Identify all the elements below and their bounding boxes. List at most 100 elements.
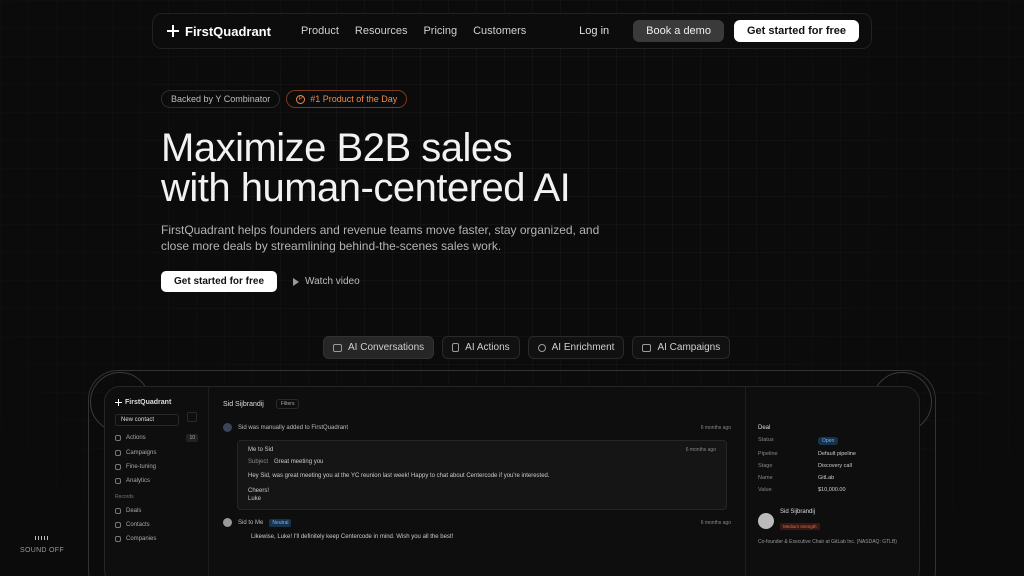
signoff-line-1: Cheers! [248,488,270,494]
nav-link-customers[interactable]: Customers [473,25,526,37]
email-subject: Great meeting you [274,459,324,465]
system-avatar [223,423,232,432]
reply-time: 6 months ago [700,519,731,526]
sidebar-item-label: Companies [126,536,157,542]
email-from-to: Me to Sid [248,447,274,453]
deal-row-stage: Stage Discovery call [758,463,909,469]
watch-video-button[interactable]: Watch video [293,276,360,287]
nav-links: Product Resources Pricing Customers [301,25,526,37]
email-time: 6 months ago [685,447,716,453]
login-link[interactable]: Log in [565,25,623,37]
deal-title: Deal [758,425,771,431]
strength-badge: Medium strength [780,523,820,530]
actions-count: 10 [186,434,198,442]
search-icon [537,343,546,352]
app-brand: FirstQuadrant [115,399,198,406]
deal-panel: Deal Status Open Pipeline Default pipeli… [745,387,919,576]
email-subject-row: Subject Great meeting you [248,459,716,465]
hero-get-started-button[interactable]: Get started for free [161,271,278,292]
tab-label: AI Campaigns [657,342,721,353]
sidebar-item-analytics[interactable]: Analytics [115,478,198,484]
person-name: Sid Sijbrandij [780,509,816,515]
nav-actions: Log in Book a demo Get started for free [565,20,859,42]
sidebar-item-deals[interactable]: Deals [115,508,198,514]
fine-tuning-icon [115,464,121,470]
sidebar-item-fine-tuning[interactable]: Fine-tuning [115,464,198,470]
mail-icon [642,343,652,352]
headline-line-2: with human-centered AI [161,166,571,210]
hero-cta-row: Get started for free Watch video [161,271,360,292]
sidebar-item-label: Actions [126,435,146,441]
signoff-line-2: Luke [248,496,262,502]
deal-key: Name [758,475,773,481]
new-contact-button[interactable]: New contact [115,414,179,426]
product-hunt-badge[interactable]: P #1 Product of the Day [286,90,408,108]
deal-value[interactable]: $10,000.00 [818,487,846,493]
filters-button[interactable]: Filters [275,399,300,409]
sidebar-item-actions[interactable]: Actions 10 [115,434,198,442]
feed-event-time: 6 months ago [700,424,731,431]
product-hunt-icon: P [296,94,306,104]
hero-subtext: FirstQuadrant helps founders and revenue… [161,223,600,253]
logo-icon [167,25,179,37]
email-card[interactable]: Me to Sid 6 months ago Subject Great mee… [237,440,727,510]
subject-label: Subject [248,459,269,465]
yc-badge[interactable]: Backed by Y Combinator [161,90,281,108]
status-badge[interactable]: Open [818,437,839,445]
tab-ai-conversations[interactable]: AI Conversations [323,336,435,359]
deal-row-value: Value $10,000.00 [758,487,909,493]
tab-label: AI Conversations [348,342,425,353]
sound-toggle[interactable]: SOUND OFF [20,536,64,554]
app-sidebar: FirstQuadrant New contact Actions 10 Cam… [105,387,209,576]
sidebar-item-contacts[interactable]: Contacts [115,522,198,528]
contacts-icon [115,522,121,528]
records-section-label: Records [115,494,134,500]
reply-body: Likewise, Luke! I'll definitely keep Cen… [251,534,454,540]
sid-avatar [223,518,232,527]
sidebar-item-companies[interactable]: Companies [115,536,198,542]
app-brand-name: FirstQuadrant [125,399,172,406]
sidebar-item-label: Contacts [126,522,150,528]
deal-key: Pipeline [758,451,778,457]
tab-label: AI Actions [465,342,510,353]
headline-line-1: Maximize B2B sales [161,126,513,170]
book-demo-button[interactable]: Book a demo [633,20,724,42]
sound-bars-icon [20,536,64,540]
chat-icon [333,343,342,352]
nav-link-resources[interactable]: Resources [355,25,408,37]
tab-ai-enrichment[interactable]: AI Enrichment [527,336,625,359]
tab-ai-campaigns[interactable]: AI Campaigns [632,336,731,359]
play-icon [293,277,300,286]
deals-icon [115,508,121,514]
campaigns-icon [115,450,121,456]
nav-link-pricing[interactable]: Pricing [423,25,457,37]
hero-badges: Backed by Y Combinator P #1 Product of t… [161,90,408,108]
email-signoff: Cheers! Luke [248,487,716,503]
logo-icon [115,399,122,406]
deal-value[interactable]: Default pipeline [818,451,856,457]
search-icon[interactable] [187,411,198,422]
nav-link-product[interactable]: Product [301,25,339,37]
reply-from-to: Sid to Me [238,519,264,526]
reply-header: Sid to Me Neutral 6 months ago [223,518,731,527]
sidebar-item-campaigns[interactable]: Campaigns [115,450,198,456]
brand-logo[interactable]: FirstQuadrant [167,24,271,39]
deal-row-name: Name GitLab [758,475,909,481]
email-body: Hey Sid, was great meeting you at the YC… [248,473,550,479]
avatar [758,513,774,529]
sidebar-item-label: Deals [126,508,142,514]
deal-value[interactable]: Discovery call [818,463,852,469]
feed-event-text: Sid was manually added to FirstQuadrant [238,424,349,431]
app-conversation: Sid Sijbrandij Filters Sid was manually … [209,387,745,576]
contact-card[interactable]: Sid Sijbrandij Medium strength [758,509,909,533]
deal-value[interactable]: GitLab [818,475,834,481]
deal-key: Value [758,487,772,493]
document-icon [452,343,460,352]
analytics-icon [115,478,121,484]
sidebar-item-label: Campaigns [126,450,157,456]
tab-ai-actions[interactable]: AI Actions [442,336,520,359]
sentiment-badge: Neutral [269,518,292,527]
feed-event: Sid was manually added to FirstQuadrant … [223,423,731,432]
nav-get-started-button[interactable]: Get started for free [733,20,859,42]
deal-key: Status [758,437,774,443]
